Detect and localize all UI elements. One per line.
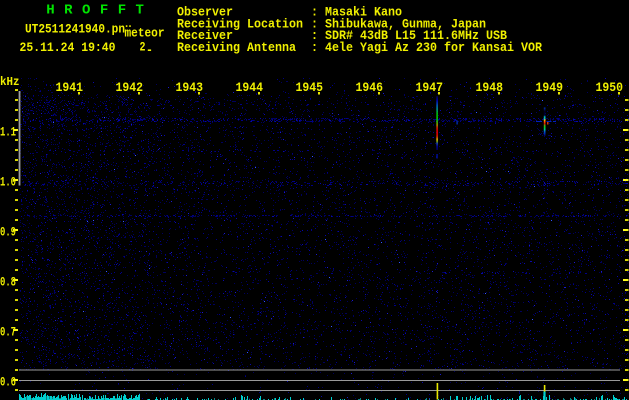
svg-text:1941: 1941: [56, 80, 84, 95]
svg-text:1945: 1945: [296, 80, 324, 95]
svg-text:R: R: [64, 2, 73, 18]
svg-text:1946: 1946: [356, 80, 384, 95]
svg-text:O: O: [82, 2, 90, 18]
svg-text:1948: 1948: [476, 80, 504, 95]
svg-text:1949: 1949: [536, 80, 564, 95]
svg-text:meteor: meteor: [125, 26, 165, 41]
svg-text:1.0: 1.0: [0, 175, 16, 190]
svg-text:2: 2: [140, 40, 146, 55]
svg-text:T: T: [136, 2, 144, 18]
svg-text:1947: 1947: [416, 80, 444, 95]
svg-text:H: H: [46, 2, 54, 18]
svg-text:Receiving Antenna: Receiving Antenna: [177, 40, 296, 55]
svg-text:F: F: [100, 2, 108, 18]
svg-text:25.11.24 19:40: 25.11.24 19:40: [20, 40, 116, 55]
svg-text:0.7: 0.7: [0, 325, 16, 340]
svg-text:1950: 1950: [596, 80, 624, 95]
svg-text:0.9: 0.9: [0, 225, 16, 240]
svg-text:UT2511241940.pn: UT2511241940.pn: [25, 22, 125, 37]
svg-text:: 4ele Yagi Az 230 for Kansai: : 4ele Yagi Az 230 for Kansai VOR: [311, 40, 542, 55]
svg-text:kHz: kHz: [0, 75, 20, 89]
svg-text:1942: 1942: [116, 80, 144, 95]
svg-text:1944: 1944: [236, 80, 264, 95]
svg-text:0.8: 0.8: [0, 275, 16, 290]
svg-text:F: F: [118, 2, 126, 18]
svg-text:1943: 1943: [176, 80, 204, 95]
svg-text:1.1: 1.1: [0, 125, 16, 140]
svg-text:0.6: 0.6: [0, 375, 16, 390]
